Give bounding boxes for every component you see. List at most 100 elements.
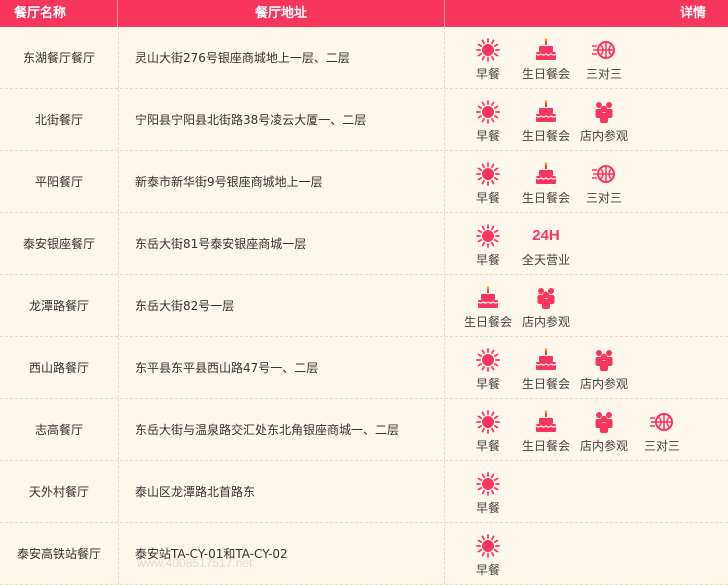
table-row: 东湖餐厅餐厅 灵山大街276号银座商城地上一层、二层 早餐 生日餐会 三对三 <box>0 27 728 89</box>
feature-breakfast[interactable]: 早餐 <box>459 409 517 454</box>
feature-breakfast[interactable]: 早餐 <box>459 347 517 392</box>
cake-icon <box>533 99 559 125</box>
watermark: www.4008517517.net <box>137 556 253 570</box>
feature-label: 早餐 <box>475 439 500 453</box>
feature-label: 早餐 <box>475 377 500 391</box>
feature-label: 生日餐会 <box>521 377 570 391</box>
basketball-icon <box>591 161 617 187</box>
cake-icon <box>533 37 559 63</box>
sun-icon <box>475 37 501 63</box>
restaurant-address: 泰安站TA-CY-01和TA-CY-02 <box>119 523 445 584</box>
feature-label: 三对三 <box>585 67 622 81</box>
table-row: 西山路餐厅 东平县东平县西山路47号一、二层 早餐 生日餐会 店内参观 <box>0 337 728 399</box>
basketball-icon <box>591 37 617 63</box>
feature-basketball[interactable]: 三对三 <box>575 161 633 206</box>
feature-label: 早餐 <box>475 129 500 143</box>
table-row: 平阳餐厅 新泰市新华街9号银座商城地上一层 早餐 生日餐会 三对三 <box>0 151 728 213</box>
sun-icon <box>475 409 501 435</box>
restaurant-address: 新泰市新华街9号银座商城地上一层 <box>119 151 445 212</box>
24h-icon: 24H <box>532 227 560 244</box>
feature-label: 全天营业 <box>521 253 570 267</box>
feature-basketball[interactable]: 三对三 <box>575 37 633 82</box>
table-row: 泰安高铁站餐厅 泰安站TA-CY-01和TA-CY-02 早餐 <box>0 523 728 585</box>
people-icon <box>591 99 617 125</box>
people-icon <box>591 409 617 435</box>
feature-label: 生日餐会 <box>521 439 570 453</box>
restaurant-features: 早餐 生日餐会 店内参观 三对三 <box>445 399 728 460</box>
sun-icon <box>475 347 501 373</box>
cake-icon <box>533 347 559 373</box>
basketball-icon <box>649 409 675 435</box>
feature-label: 店内参观 <box>579 129 628 143</box>
restaurant-name[interactable]: 泰安银座餐厅 <box>0 213 119 274</box>
feature-breakfast[interactable]: 早餐 <box>459 533 517 578</box>
restaurant-address: 灵山大街276号银座商城地上一层、二层 <box>119 27 445 88</box>
table-row: 泰安银座餐厅 东岳大街81号泰安银座商城一层 早餐 24H 全天营业 <box>0 213 728 275</box>
feature-birthday[interactable]: 生日餐会 <box>517 409 575 454</box>
feature-breakfast[interactable]: 早餐 <box>459 37 517 82</box>
feature-breakfast[interactable]: 早餐 <box>459 471 517 516</box>
restaurant-name[interactable]: 泰安高铁站餐厅 <box>0 523 119 584</box>
feature-label: 早餐 <box>475 501 500 515</box>
restaurant-name[interactable]: 北街餐厅 <box>0 89 119 150</box>
restaurant-features: 早餐 <box>445 461 728 522</box>
header-details: 详情 <box>679 6 706 21</box>
restaurant-features: 生日餐会 店内参观 <box>445 275 728 336</box>
restaurant-features: 早餐 24H 全天营业 <box>445 213 728 274</box>
people-icon <box>591 347 617 373</box>
table-row: 天外村餐厅 泰山区龙潭路北首路东 早餐 <box>0 461 728 523</box>
feature-birthday[interactable]: 生日餐会 <box>517 347 575 392</box>
feature-label: 三对三 <box>585 191 622 205</box>
restaurant-address: 宁阳县宁阳县北街路38号凌云大厦一、二层 <box>119 89 445 150</box>
feature-birthday[interactable]: 生日餐会 <box>517 161 575 206</box>
restaurant-name[interactable]: 平阳餐厅 <box>0 151 119 212</box>
table-row: 龙潭路餐厅 东岳大街82号一层 生日餐会 店内参观 <box>0 275 728 337</box>
feature-label: 早餐 <box>475 191 500 205</box>
feature-visit[interactable]: 店内参观 <box>575 347 633 392</box>
feature-birthday[interactable]: 生日餐会 <box>517 99 575 144</box>
restaurant-address: 东岳大街82号一层 <box>119 275 445 336</box>
restaurant-name[interactable]: 龙潭路餐厅 <box>0 275 119 336</box>
restaurant-features: 早餐 <box>445 523 728 584</box>
sun-icon <box>475 99 501 125</box>
feature-visit[interactable]: 店内参观 <box>517 285 575 330</box>
feature-label: 生日餐会 <box>463 315 512 329</box>
feature-birthday[interactable]: 生日餐会 <box>517 37 575 82</box>
table-row: 北街餐厅 宁阳县宁阳县北街路38号凌云大厦一、二层 早餐 生日餐会 店内参观 <box>0 89 728 151</box>
feature-basketball[interactable]: 三对三 <box>633 409 691 454</box>
feature-visit[interactable]: 店内参观 <box>575 99 633 144</box>
restaurant-name[interactable]: 志高餐厅 <box>0 399 119 460</box>
table-header: 餐厅名称 餐厅地址 详情 <box>0 0 728 27</box>
restaurant-name[interactable]: 西山路餐厅 <box>0 337 119 398</box>
feature-breakfast[interactable]: 早餐 <box>459 223 517 268</box>
cake-icon <box>533 161 559 187</box>
feature-label: 生日餐会 <box>521 67 570 81</box>
restaurant-name[interactable]: 东湖餐厅餐厅 <box>0 27 119 88</box>
people-icon <box>533 285 559 311</box>
feature-label: 店内参观 <box>521 315 570 329</box>
feature-birthday[interactable]: 生日餐会 <box>459 285 517 330</box>
feature-label: 早餐 <box>475 67 500 81</box>
restaurant-features: 早餐 生日餐会 店内参观 <box>445 89 728 150</box>
feature-breakfast[interactable]: 早餐 <box>459 161 517 206</box>
header-address: 餐厅地址 <box>118 0 445 27</box>
restaurant-table: 餐厅名称 餐厅地址 详情 东湖餐厅餐厅 灵山大街276号银座商城地上一层、二层 … <box>0 0 728 585</box>
restaurant-address: 东岳大街81号泰安银座商城一层 <box>119 213 445 274</box>
sun-icon <box>475 533 501 559</box>
feature-label: 早餐 <box>475 563 500 577</box>
feature-breakfast[interactable]: 早餐 <box>459 99 517 144</box>
restaurant-address: 泰山区龙潭路北首路东 <box>119 461 445 522</box>
header-name: 餐厅名称 <box>0 0 118 27</box>
cake-icon <box>475 285 501 311</box>
sun-icon <box>475 161 501 187</box>
feature-label: 生日餐会 <box>521 129 570 143</box>
feature-label: 早餐 <box>475 253 500 267</box>
feature-visit[interactable]: 店内参观 <box>575 409 633 454</box>
cake-icon <box>533 409 559 435</box>
feature-allday: 24H 全天营业 <box>517 223 575 268</box>
restaurant-name[interactable]: 天外村餐厅 <box>0 461 119 522</box>
sun-icon <box>475 223 501 249</box>
table-row: 志高餐厅 东岳大街与温泉路交汇处东北角银座商城一、二层 早餐 生日餐会 店内参观… <box>0 399 728 461</box>
feature-label: 店内参观 <box>579 439 628 453</box>
feature-label: 生日餐会 <box>521 191 570 205</box>
